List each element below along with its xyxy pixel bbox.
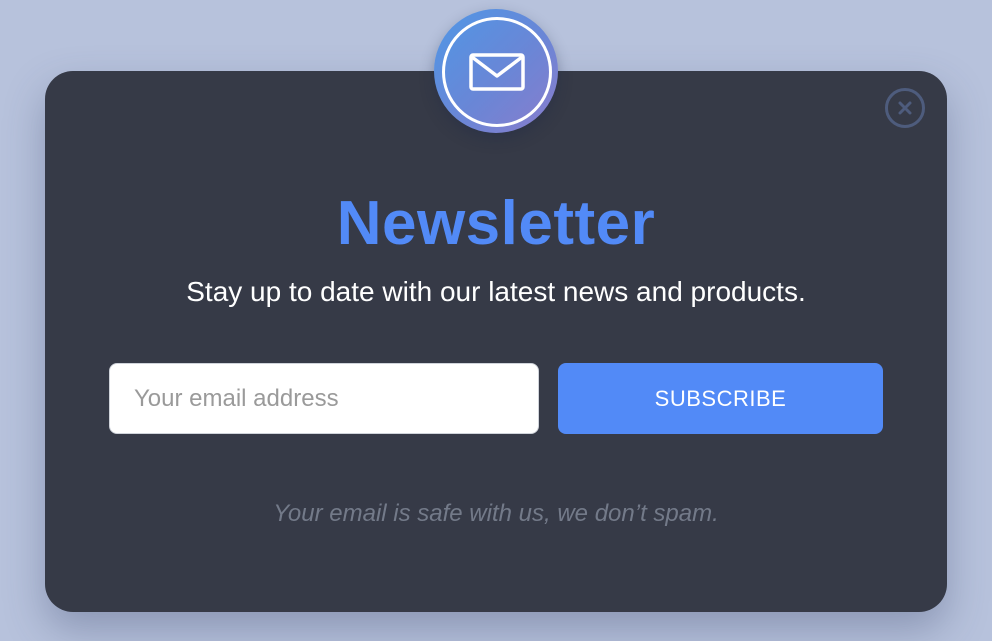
close-icon [898,101,912,115]
subscribe-button[interactable]: SUBSCRIBE [558,363,883,434]
email-input[interactable] [109,363,539,434]
privacy-note: Your email is safe with us, we don’t spa… [273,500,719,527]
envelope-badge [434,9,558,133]
newsletter-modal [45,71,947,612]
newsletter-title: Newsletter [336,189,656,258]
badge-ring [442,17,552,127]
page-backdrop: Newsletter Stay up to date with our late… [0,0,992,641]
newsletter-subtitle: Stay up to date with our latest news and… [186,276,806,307]
close-button[interactable] [885,88,925,128]
envelope-icon [469,53,525,91]
